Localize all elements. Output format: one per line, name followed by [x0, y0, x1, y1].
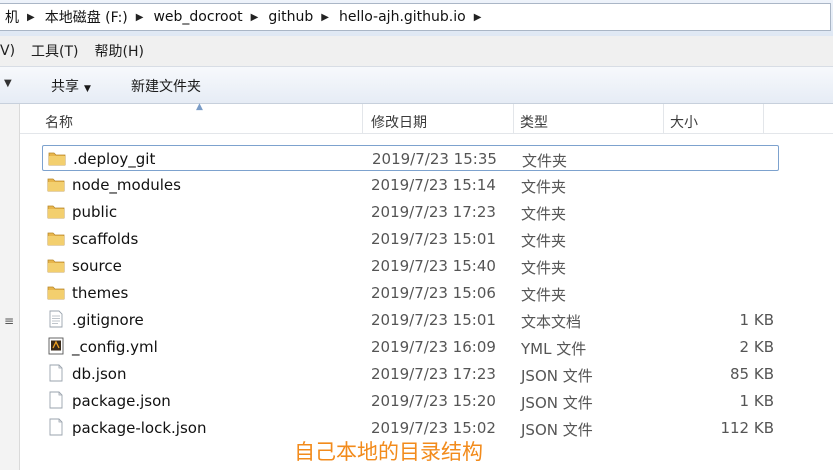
- file-row[interactable]: .gitignore 2019/7/23 15:01 文本文档 1 KB: [42, 307, 779, 333]
- folder-icon: [47, 283, 65, 301]
- file-size: 1 KB: [739, 392, 774, 410]
- column-header-type[interactable]: 类型: [520, 112, 548, 132]
- file-size: 1 KB: [739, 311, 774, 329]
- breadcrumb-github[interactable]: github: [262, 9, 317, 25]
- sort-ascending-icon: ▲: [196, 102, 203, 112]
- file-type: 文件夹: [521, 259, 567, 277]
- breadcrumb-hello-ajh[interactable]: hello-ajh.github.io: [333, 9, 470, 25]
- file-size: 2 KB: [739, 338, 774, 356]
- text-file-icon: [47, 310, 65, 328]
- file-name: .gitignore: [72, 311, 144, 329]
- address-bar: 机 ▶ 本地磁盘 (F:) ▶ web_docroot ▶ github ▶ h…: [0, 0, 833, 36]
- file-list: .deploy_git 2019/7/23 15:35 文件夹 node_module…: [20, 134, 833, 470]
- menu-tools[interactable]: 工具(T): [23, 41, 86, 61]
- file-name: node_modules: [72, 176, 181, 194]
- file-size: 85 KB: [730, 365, 774, 383]
- column-header-name[interactable]: 名称: [45, 112, 73, 132]
- file-type: 文本文档: [521, 313, 582, 331]
- file-name: source: [72, 257, 122, 275]
- file-name: package.json: [72, 392, 171, 410]
- file-row[interactable]: package.json 2019/7/23 15:20 JSON 文件 1 KB: [42, 388, 779, 414]
- menu-bar: V) 工具(T) 帮助(H): [0, 36, 833, 66]
- chevron-right-icon[interactable]: ▶: [317, 12, 333, 23]
- column-divider[interactable]: [513, 104, 514, 133]
- file-type: 文件夹: [521, 286, 567, 304]
- file-name: _config.yml: [72, 338, 158, 356]
- file-name: scaffolds: [72, 230, 139, 248]
- blank-file-icon: [47, 418, 65, 436]
- splitter-grip-icon[interactable]: ≡: [4, 314, 14, 328]
- file-date: 2019/7/23 15:06: [371, 284, 496, 302]
- file-date: 2019/7/23 16:09: [371, 338, 496, 356]
- file-date: 2019/7/23 15:20: [371, 392, 496, 410]
- breadcrumb-web-docroot[interactable]: web_docroot: [147, 9, 246, 25]
- file-row[interactable]: scaffolds 2019/7/23 15:01 文件夹: [42, 226, 779, 252]
- column-header-size[interactable]: 大小: [670, 112, 698, 132]
- breadcrumb[interactable]: 机 ▶ 本地磁盘 (F:) ▶ web_docroot ▶ github ▶ h…: [0, 3, 831, 31]
- column-header-date[interactable]: 修改日期: [371, 112, 427, 132]
- caret-down-icon[interactable]: ▼: [4, 78, 12, 89]
- chevron-right-icon[interactable]: ▶: [470, 12, 486, 23]
- folder-icon: [47, 229, 65, 247]
- yml-file-icon: [47, 337, 65, 355]
- file-date: 2019/7/23 17:23: [371, 203, 496, 221]
- file-row[interactable]: public 2019/7/23 17:23 文件夹: [42, 199, 779, 225]
- file-type: YML 文件: [521, 340, 587, 358]
- new-folder-button[interactable]: 新建文件夹: [131, 76, 201, 96]
- file-date: 2019/7/23 15:02: [371, 419, 496, 437]
- file-type: JSON 文件: [521, 394, 593, 412]
- file-name: public: [72, 203, 118, 221]
- file-date: 2019/7/23 15:14: [371, 176, 496, 194]
- blank-file-icon: [47, 391, 65, 409]
- file-row[interactable]: themes 2019/7/23 15:06 文件夹: [42, 280, 779, 306]
- file-type: 文件夹: [521, 232, 567, 250]
- breadcrumb-drive-f[interactable]: 本地磁盘 (F:): [39, 7, 132, 27]
- file-type: 文件夹: [521, 205, 567, 223]
- column-divider[interactable]: [362, 104, 363, 133]
- file-date: 2019/7/23 17:23: [371, 365, 496, 383]
- caret-down-icon: ▼: [84, 84, 91, 94]
- folder-icon: [48, 149, 66, 167]
- chevron-right-icon[interactable]: ▶: [23, 12, 39, 23]
- annotation-caption: 自己本地的目录结构: [294, 440, 483, 464]
- file-row[interactable]: .deploy_git 2019/7/23 15:35 文件夹: [42, 145, 779, 171]
- folder-icon: [47, 175, 65, 193]
- file-size: 112 KB: [720, 419, 774, 437]
- share-button[interactable]: 共享 ▼: [51, 76, 91, 96]
- file-type: 文件夹: [521, 178, 567, 196]
- file-row[interactable]: node_modules 2019/7/23 15:14 文件夹: [42, 172, 779, 198]
- file-row[interactable]: source 2019/7/23 15:40 文件夹: [42, 253, 779, 279]
- file-name: package-lock.json: [72, 419, 207, 437]
- file-date: 2019/7/23 15:40: [371, 257, 496, 275]
- breadcrumb-computer[interactable]: 机: [0, 7, 23, 27]
- file-row[interactable]: _config.yml 2019/7/23 16:09 YML 文件 2 KB: [42, 334, 779, 360]
- file-type: JSON 文件: [521, 421, 593, 439]
- share-label: 共享: [51, 79, 79, 95]
- file-name: themes: [72, 284, 129, 302]
- file-date: 2019/7/23 15:01: [371, 311, 496, 329]
- file-row[interactable]: db.json 2019/7/23 17:23 JSON 文件 85 KB: [42, 361, 779, 387]
- file-name: .deploy_git: [73, 150, 156, 168]
- blank-file-icon: [47, 364, 65, 382]
- menu-view[interactable]: V): [0, 43, 23, 59]
- navigation-pane-edge[interactable]: ≡: [0, 104, 20, 470]
- folder-icon: [47, 256, 65, 274]
- toolbar: ▼ 共享 ▼ 新建文件夹: [0, 66, 833, 104]
- file-type: 文件夹: [522, 152, 568, 170]
- folder-icon: [47, 202, 65, 220]
- menu-help[interactable]: 帮助(H): [87, 41, 152, 61]
- file-date: 2019/7/23 15:01: [371, 230, 496, 248]
- file-type: JSON 文件: [521, 367, 593, 385]
- file-name: db.json: [72, 365, 127, 383]
- chevron-right-icon[interactable]: ▶: [132, 12, 148, 23]
- column-header-bar: ▲ 名称 修改日期 类型 大小: [20, 102, 833, 134]
- column-divider[interactable]: [663, 104, 664, 133]
- file-date: 2019/7/23 15:35: [372, 150, 497, 168]
- column-divider[interactable]: [763, 104, 764, 133]
- chevron-right-icon[interactable]: ▶: [247, 12, 263, 23]
